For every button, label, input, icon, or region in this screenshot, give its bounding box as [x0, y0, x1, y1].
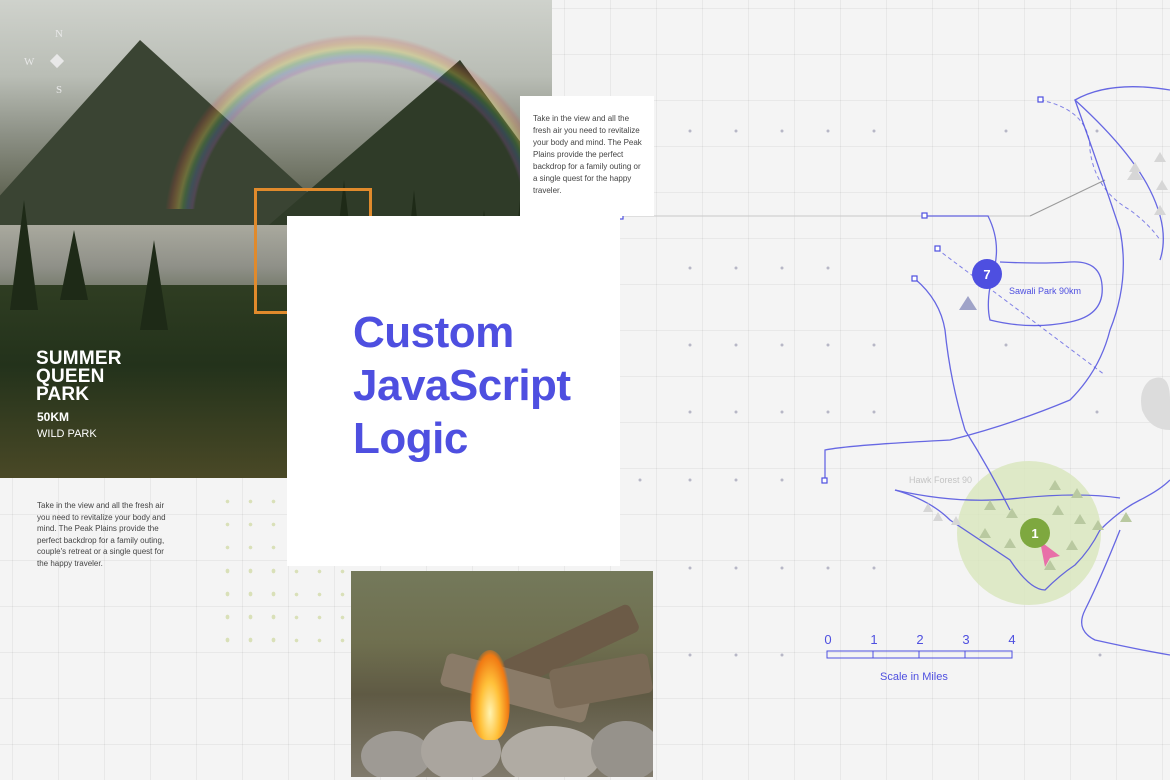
campfire-flame [470, 650, 510, 740]
marker-number: 1 [1031, 525, 1039, 541]
scale-label: Scale in Miles [880, 671, 948, 683]
scale-tick-3: 3 [962, 632, 970, 647]
heading-line: JavaScript [353, 361, 571, 410]
compass: N W S [20, 28, 80, 98]
rock [591, 721, 653, 777]
description-text: Take in the view and all the fresh air y… [37, 501, 166, 568]
map-label-hawk: Hawk Forest 90 [909, 475, 973, 485]
compass-w: W [24, 56, 35, 68]
feature-heading: Custom JavaScript Logic [353, 306, 571, 465]
heading-line: Logic [353, 414, 468, 463]
scale-tick-2: 2 [916, 632, 924, 647]
map-marker-7[interactable]: 7 [972, 259, 1002, 289]
heading-line: Custom [353, 308, 514, 357]
scale-tick-1: 1 [870, 632, 878, 647]
compass-diamond-icon [49, 53, 65, 69]
park-title: SUMMER QUEEN PARK [36, 349, 122, 405]
tree-shape [10, 200, 38, 310]
park-distance: 50KM [37, 410, 70, 424]
rock [501, 726, 601, 777]
scale-tick-0: 0 [824, 632, 832, 647]
park-title-line: PARK [36, 384, 90, 405]
compass-n: N [55, 28, 63, 40]
info-card: Take in the view and all the fresh air y… [520, 96, 654, 216]
scale-bar [826, 650, 1013, 659]
map-label-sawali: Sawali Park 90km [1009, 286, 1082, 296]
tree-shape [140, 240, 168, 330]
info-card-text: Take in the view and all the fresh air y… [533, 114, 642, 195]
map-marker-1[interactable]: 1 [1020, 518, 1050, 548]
compass-s: S [56, 84, 63, 96]
marker-number: 7 [983, 266, 991, 282]
mountain-icon [959, 296, 977, 310]
feature-card: Custom JavaScript Logic [287, 216, 620, 566]
tree-shape [60, 230, 88, 300]
scale-tick-4: 4 [1008, 632, 1016, 647]
park-type: WILD PARK [37, 428, 97, 440]
